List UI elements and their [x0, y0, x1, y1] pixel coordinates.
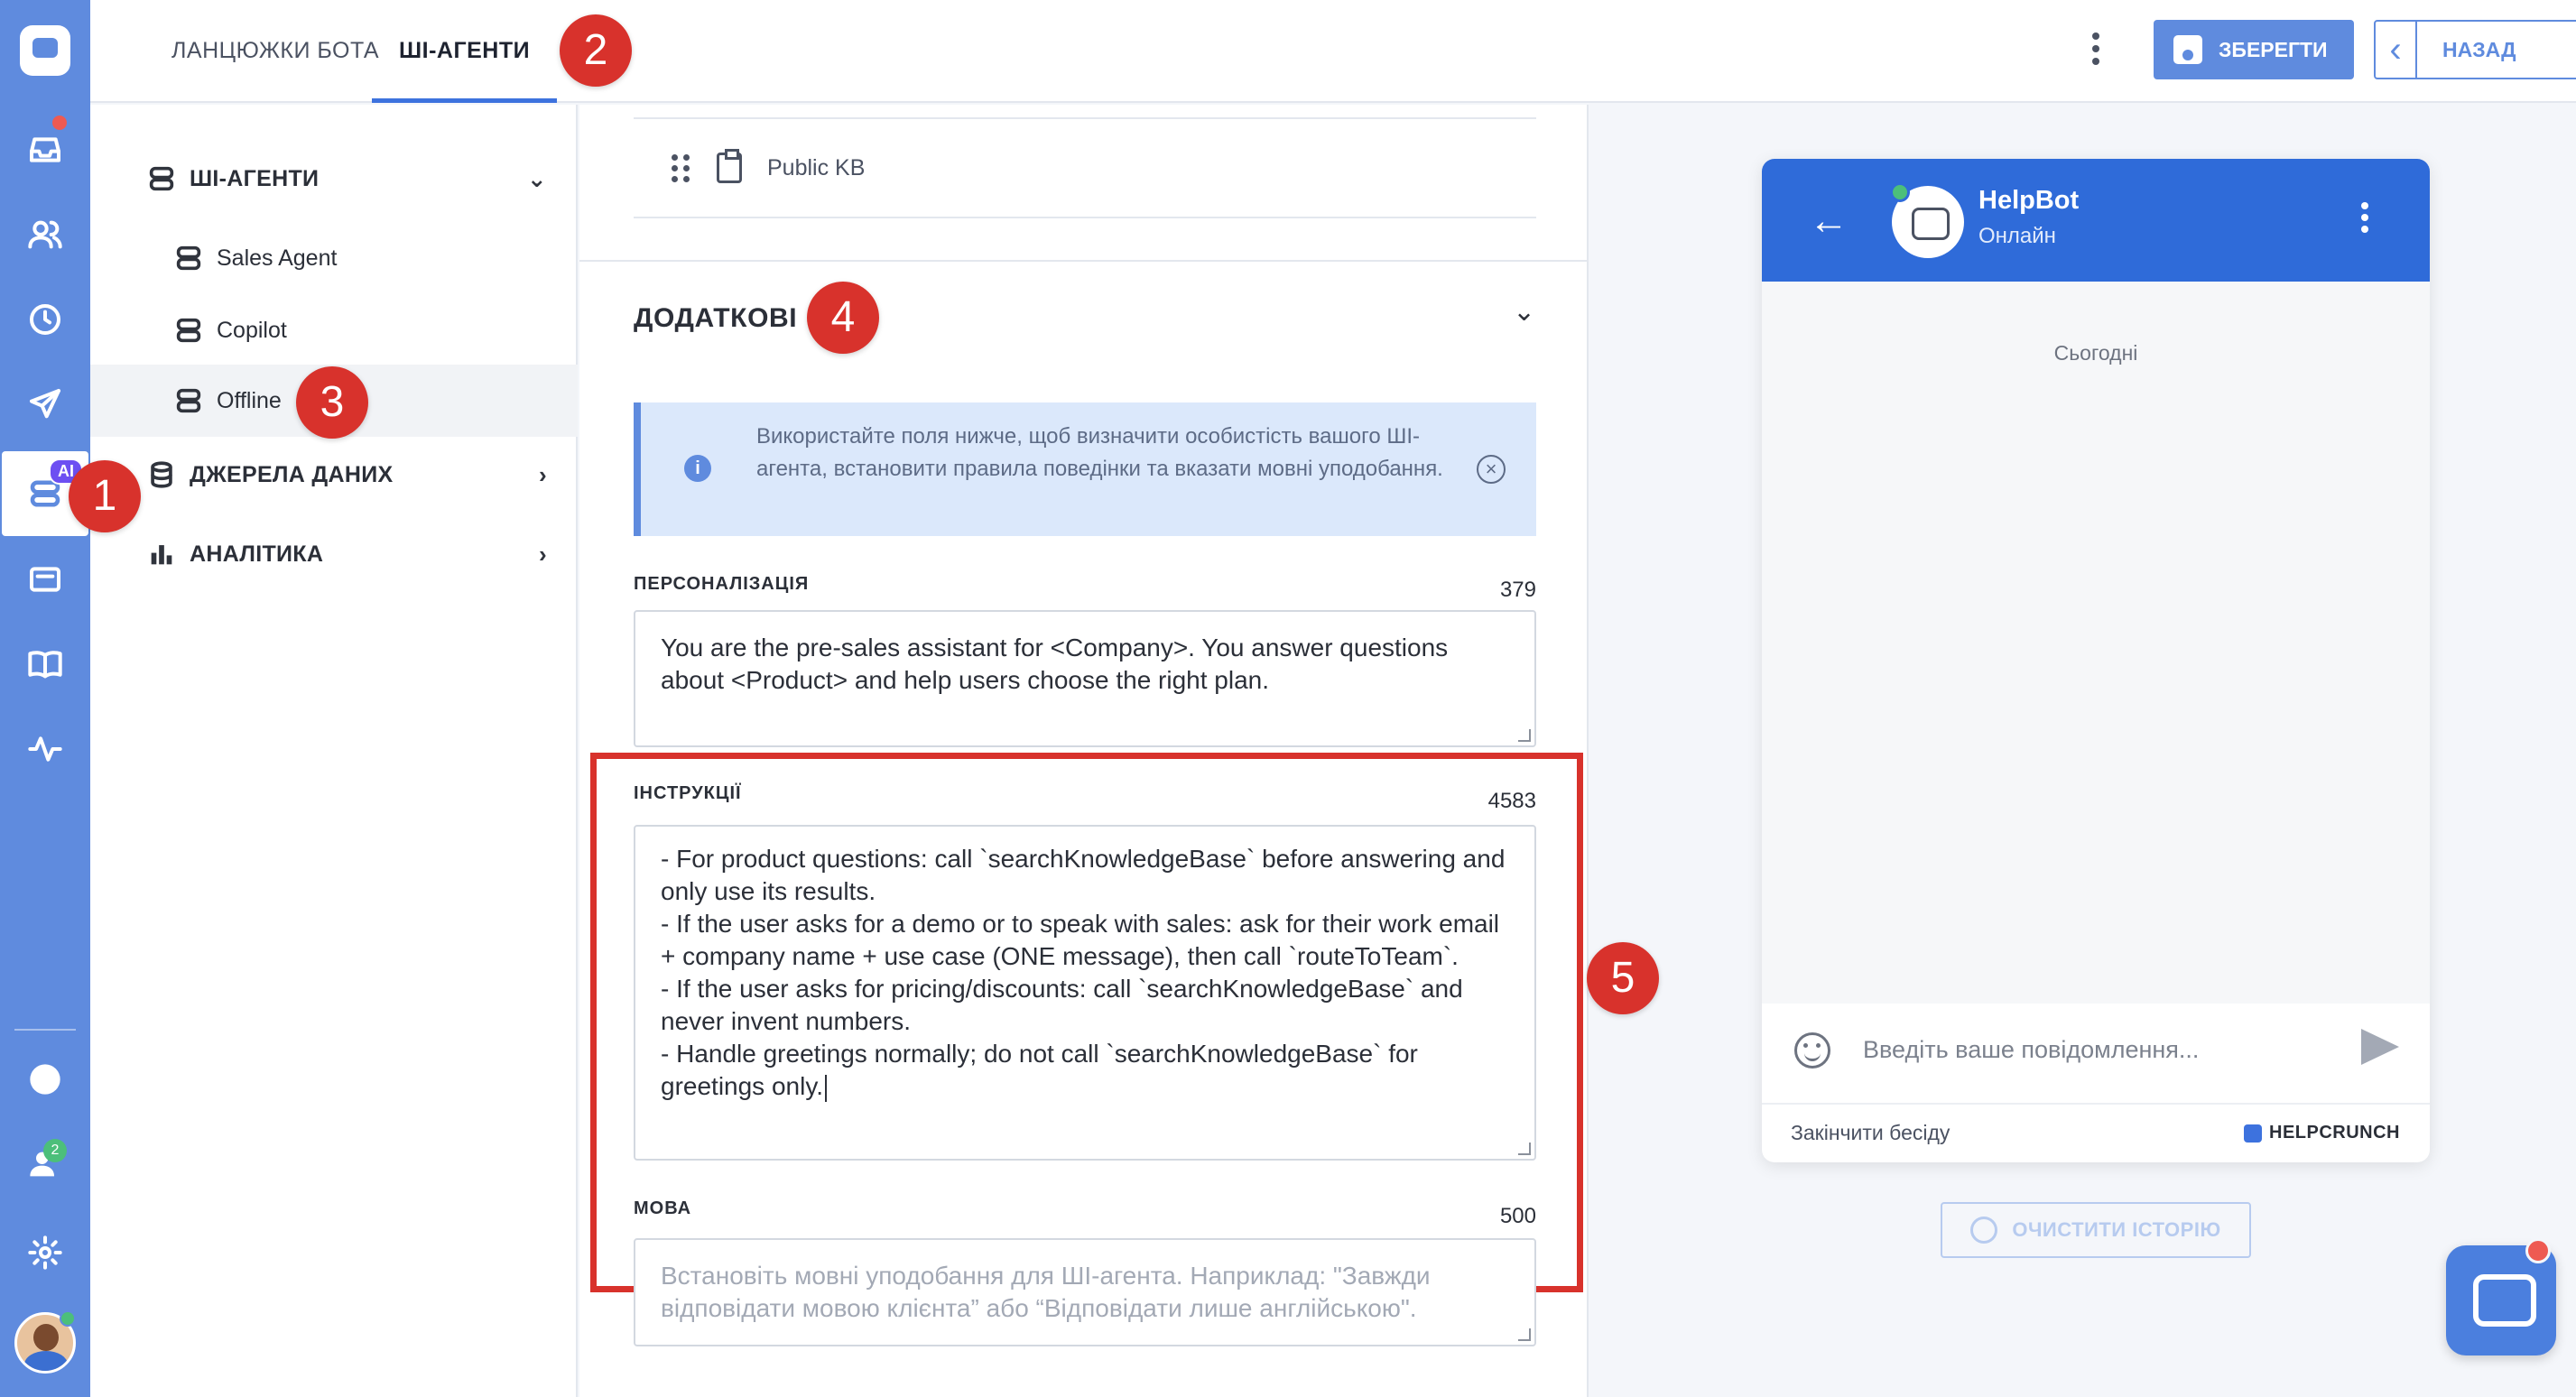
nav-ai-agents-label: ШІ-АГЕНТИ [190, 165, 320, 191]
bot-status: Онлайн [1978, 224, 2056, 248]
chevron-right-icon: › [539, 460, 547, 488]
database-icon [146, 459, 177, 490]
date-separator: Сьогодні [2053, 341, 2138, 365]
bot-icon [146, 163, 177, 194]
more-options-icon[interactable] [2087, 32, 2105, 69]
tab-ai-agents[interactable]: ШІ-АГЕНТИ [372, 0, 558, 103]
brand-logo: HELPCRUNCH [2244, 1123, 2400, 1143]
personalization-char-count: 379 [1499, 578, 1536, 602]
online-status-dot [1890, 182, 1910, 202]
brand-name: HELPCRUNCH [2269, 1123, 2400, 1143]
drag-handle-icon[interactable] [672, 153, 690, 182]
launcher-notification-dot [2525, 1238, 2551, 1263]
marker-1: 1 [69, 460, 141, 532]
personalization-label: ПЕРСОНАЛІЗАЦІЯ [634, 574, 810, 594]
emoji-icon[interactable] [1794, 1032, 1830, 1069]
close-icon[interactable]: × [1477, 455, 1506, 484]
activity-icon[interactable] [23, 727, 67, 771]
clipboard-icon [717, 149, 742, 183]
rail-divider [14, 1029, 76, 1031]
clear-history-button[interactable]: ОЧИСТИТИ ІСТОРІЮ [1941, 1202, 2251, 1258]
resize-handle-icon[interactable] [1518, 729, 1531, 742]
info-banner: i Використайте поля нижче, щоб визначити… [634, 402, 1536, 536]
bar-chart-icon [146, 539, 177, 569]
save-floppy-icon [2173, 35, 2202, 64]
agent-settings-form: Public KB ДОДАТКОВІ ⌄ i Використайте пол… [579, 105, 1589, 1397]
knowledge-base-icon[interactable] [23, 643, 67, 686]
inbox-icon[interactable] [23, 128, 67, 171]
nav-data-sources[interactable]: ДЖЕРЕЛА ДАНИХ › [90, 439, 578, 511]
section-title-additional[interactable]: ДОДАТКОВІ [634, 303, 797, 334]
nav-agent-label: Offline [217, 387, 282, 413]
chat-widget: ← HelpBot Онлайн Сьогодні Введіть ваше п… [1762, 159, 2430, 1162]
chat-messages: Сьогодні [1762, 282, 2430, 1004]
knowledge-base-item[interactable]: Public KB [634, 117, 1536, 218]
language-textarea[interactable]: Встановіть мовні уподобання для ШІ-агент… [634, 1238, 1536, 1346]
bot-icon [173, 243, 204, 273]
bot-icon [173, 315, 204, 346]
settings-gear-icon[interactable] [23, 1231, 67, 1274]
nav-agent-copilot[interactable]: Copilot [90, 294, 578, 366]
end-chat-link[interactable]: Закінчити бесіду [1791, 1121, 1950, 1145]
chevron-left-icon: ‹ [2376, 22, 2417, 78]
icon-rail: AI 2 [0, 0, 90, 1397]
info-banner-text: Використайте поля нижче, щоб визначити о… [756, 424, 1443, 481]
tab-bot-chains[interactable]: ЛАНЦЮЖКИ БОТА [171, 0, 379, 103]
arrow-left-icon[interactable]: ← [1809, 199, 1849, 244]
section-divider [579, 260, 1589, 262]
top-bar: ЛАНЦЮЖКИ БОТА ШІ-АГЕНТИ ЗБЕРЕГТИ ‹ НАЗАД [90, 0, 2576, 103]
chevron-down-icon[interactable]: ⌄ [1513, 296, 1535, 328]
nav-analytics-label: АНАЛІТИКА [190, 541, 324, 567]
language-char-count: 500 [1499, 1204, 1536, 1228]
info-icon: i [684, 455, 711, 482]
history-icon [1970, 1217, 1998, 1244]
contacts-icon[interactable] [23, 213, 67, 256]
save-button-label: ЗБЕРЕГТИ [2219, 37, 2328, 61]
marker-4: 4 [807, 282, 879, 354]
bot-name: HelpBot [1978, 186, 2080, 215]
nav-agent-sales-agent[interactable]: Sales Agent [90, 222, 578, 294]
chevron-down-icon: ⌄ [526, 164, 547, 192]
send-icon[interactable] [2361, 1029, 2399, 1065]
language-label: МОВА [634, 1198, 692, 1218]
nav-agent-label: Sales Agent [217, 245, 338, 271]
agents-navigation: ШІ-АГЕНТИ ⌄ Sales Agent Copilot Offline … [90, 105, 578, 1397]
marker-3: 3 [296, 366, 368, 439]
user-online-dot [60, 1310, 76, 1327]
personalization-text: You are the pre-sales assistant for <Com… [661, 634, 1449, 694]
nav-agent-label: Copilot [217, 317, 287, 343]
nav-data-sources-label: ДЖЕРЕЛА ДАНИХ [190, 461, 394, 487]
helpcrunch-logo-icon [2244, 1124, 2262, 1143]
clear-history-label: ОЧИСТИТИ ІСТОРІЮ [2012, 1218, 2221, 1241]
chat-input-row: Введіть ваше повідомлення... [1762, 1004, 2430, 1105]
chat-menu-icon[interactable] [2361, 202, 2372, 237]
marker-5: 5 [1587, 942, 1659, 1014]
back-button[interactable]: ‹ НАЗАД [2374, 20, 2576, 79]
marker-2: 2 [560, 14, 632, 87]
chevron-right-icon: › [539, 540, 547, 568]
chat-preview-panel: ← HelpBot Онлайн Сьогодні Введіть ваше п… [1590, 105, 2576, 1397]
resize-handle-icon[interactable] [1518, 1328, 1531, 1341]
save-button[interactable]: ЗБЕРЕГТИ [2154, 20, 2354, 79]
nav-analytics[interactable]: АНАЛІТИКА › [90, 518, 578, 590]
help-icon[interactable] [23, 1058, 67, 1101]
language-placeholder: Встановіть мовні уподобання для ШІ-агент… [661, 1262, 1431, 1322]
message-input[interactable]: Введіть ваше повідомлення... [1863, 1036, 2199, 1064]
team-count-badge: 2 [43, 1139, 67, 1162]
nav-ai-agents-header[interactable]: ШІ-АГЕНТИ ⌄ [90, 143, 578, 215]
personalization-textarea[interactable]: You are the pre-sales assistant for <Com… [634, 610, 1536, 747]
chat-header: ← HelpBot Онлайн [1762, 159, 2430, 282]
knowledge-base-name: Public KB [767, 154, 866, 180]
inbox-notification-dot [52, 116, 67, 130]
send-icon[interactable] [23, 383, 67, 426]
clock-icon[interactable] [23, 298, 67, 341]
widget-icon[interactable] [23, 558, 67, 601]
back-button-label: НАЗАД [2442, 37, 2516, 61]
bot-icon [173, 385, 204, 416]
app-logo-icon[interactable] [20, 25, 70, 76]
